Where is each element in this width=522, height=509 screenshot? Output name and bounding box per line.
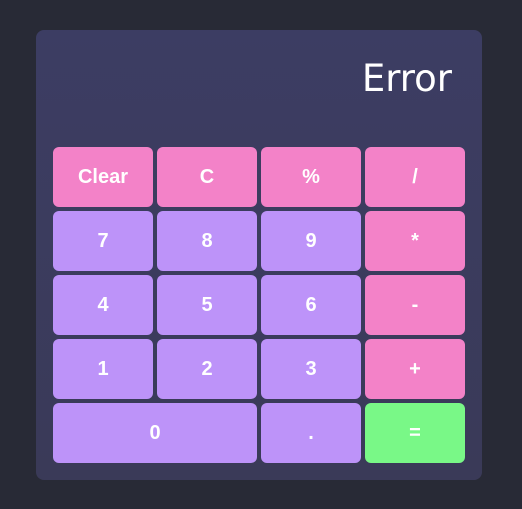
- calculator-panel: Error Clear C % / 7 8 9 * 4 5 6 - 1 2 3 …: [36, 30, 482, 480]
- equals-button[interactable]: =: [365, 403, 465, 463]
- digit-2-button[interactable]: 2: [157, 339, 257, 399]
- digit-7-button[interactable]: 7: [53, 211, 153, 271]
- digit-9-button[interactable]: 9: [261, 211, 361, 271]
- digit-1-button[interactable]: 1: [53, 339, 153, 399]
- decimal-button[interactable]: .: [261, 403, 361, 463]
- c-button[interactable]: C: [157, 147, 257, 207]
- divide-button[interactable]: /: [365, 147, 465, 207]
- digit-4-button[interactable]: 4: [53, 275, 153, 335]
- subtract-button[interactable]: -: [365, 275, 465, 335]
- digit-5-button[interactable]: 5: [157, 275, 257, 335]
- calculator-display: Error: [361, 57, 452, 100]
- digit-3-button[interactable]: 3: [261, 339, 361, 399]
- multiply-button[interactable]: *: [365, 211, 465, 271]
- digit-8-button[interactable]: 8: [157, 211, 257, 271]
- digit-6-button[interactable]: 6: [261, 275, 361, 335]
- clear-button[interactable]: Clear: [53, 147, 153, 207]
- percent-button[interactable]: %: [261, 147, 361, 207]
- add-button[interactable]: +: [365, 339, 465, 399]
- keypad: Clear C % / 7 8 9 * 4 5 6 - 1 2 3 + 0 . …: [53, 147, 465, 463]
- digit-0-button[interactable]: 0: [53, 403, 257, 463]
